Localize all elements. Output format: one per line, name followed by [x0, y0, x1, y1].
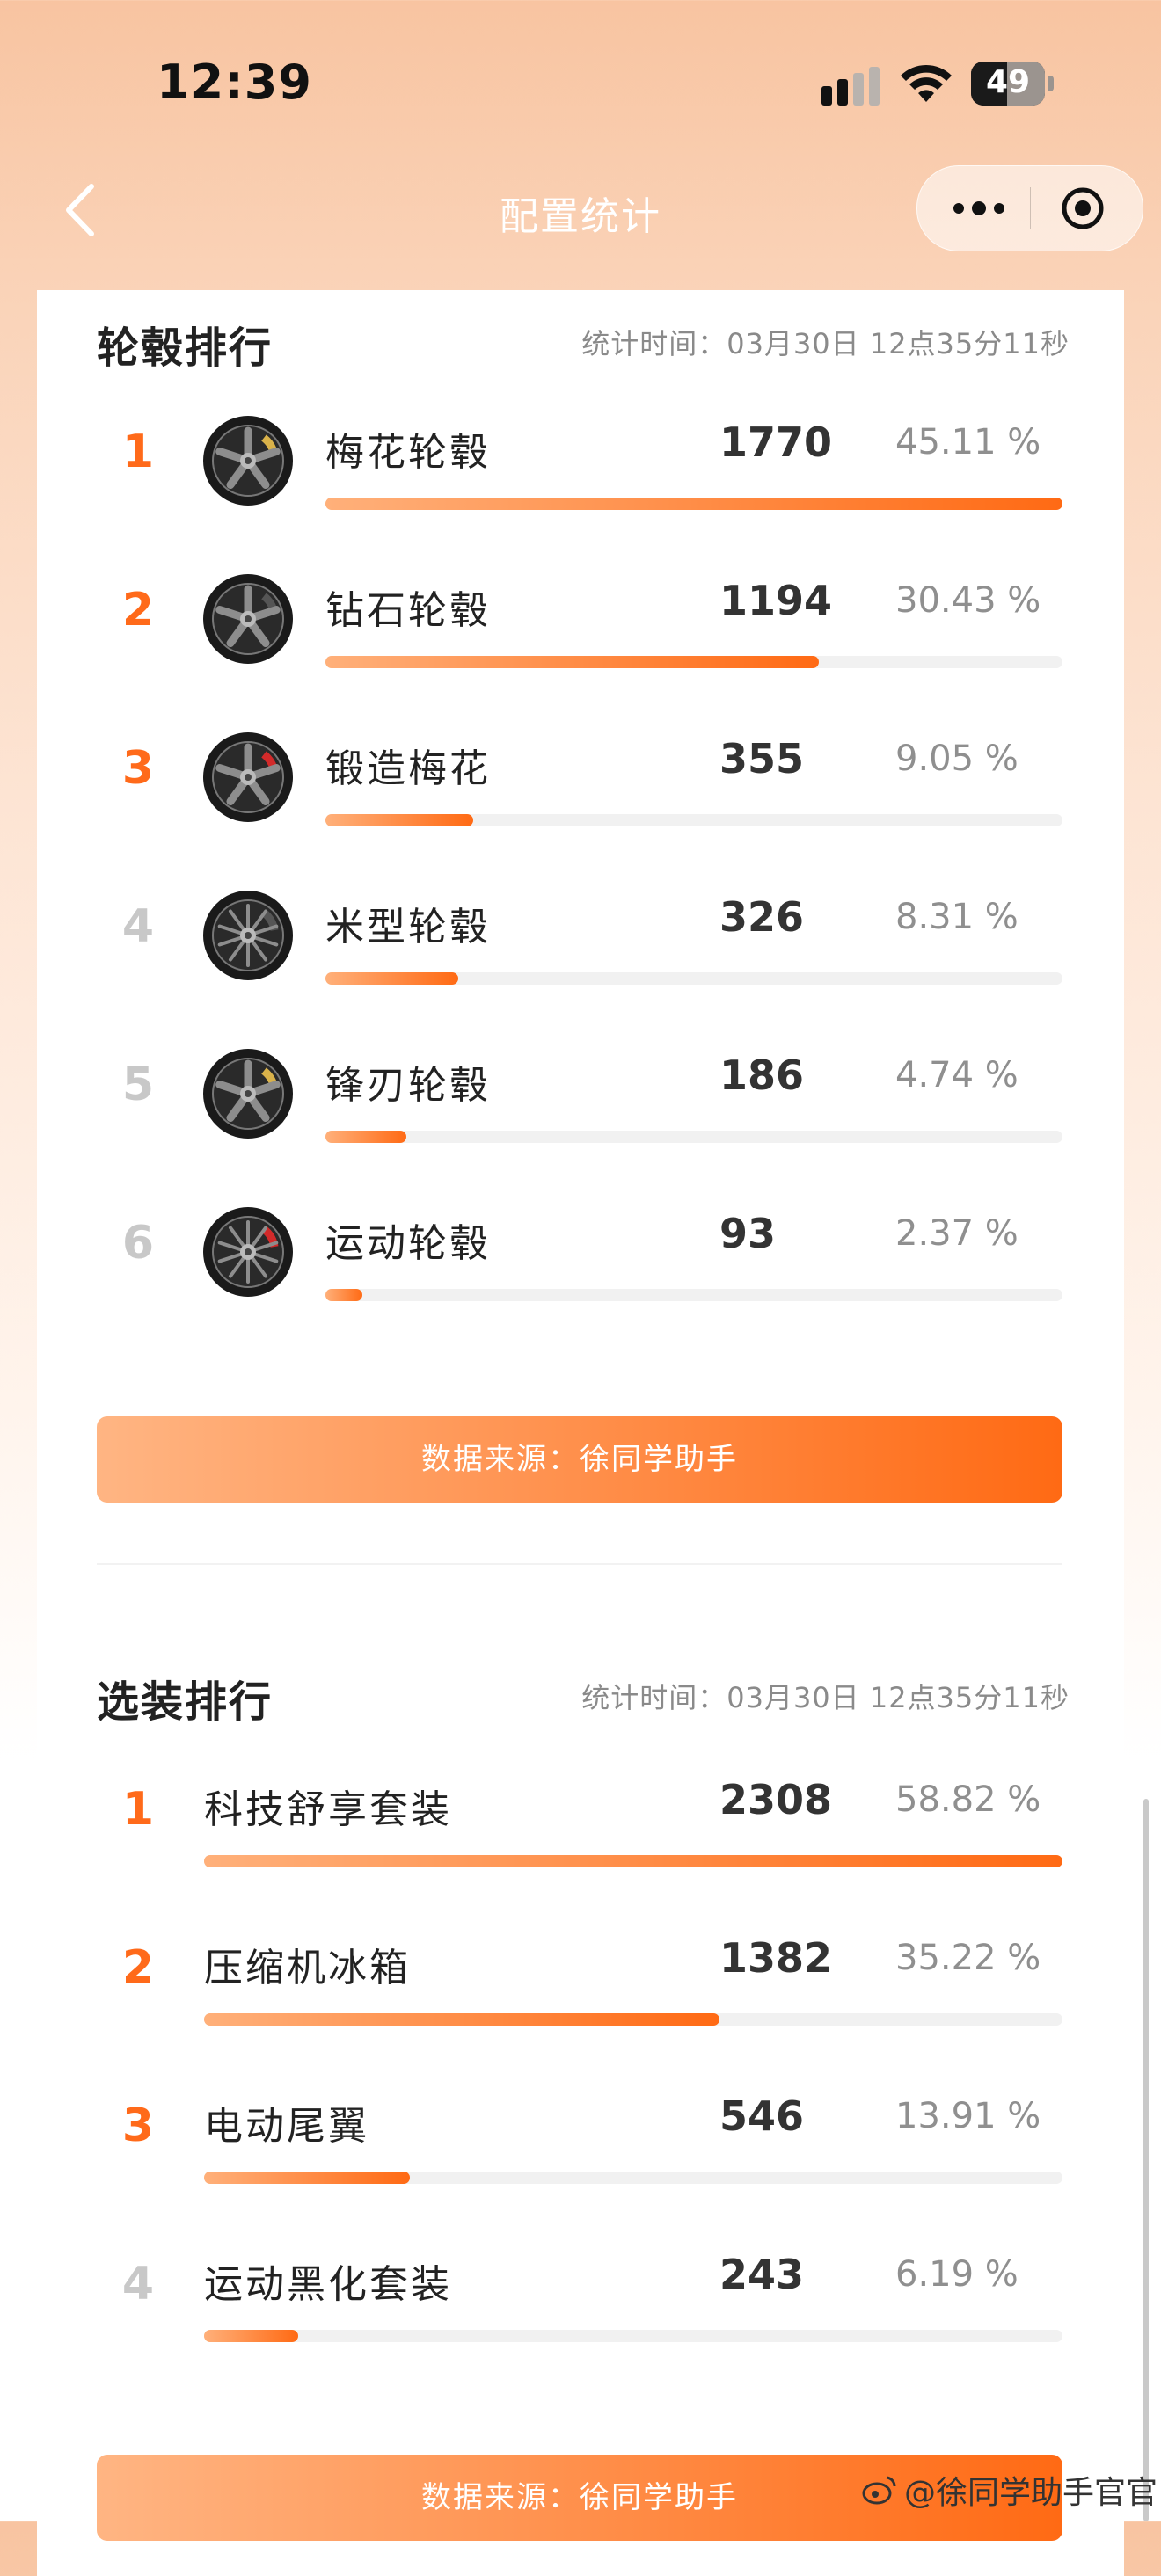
status-bar: 12:39 49: [0, 0, 1161, 167]
item-count: 1194: [719, 577, 833, 624]
rank-number: 5: [121, 1059, 155, 1111]
progress-track: [325, 1131, 1062, 1143]
wheels-section-title: 轮毂排行: [97, 324, 274, 373]
ranking-row: 6 运动轮毂 93 2.37 %: [37, 1185, 1124, 1343]
progress-fill: [204, 2172, 410, 2184]
progress-fill: [204, 2330, 298, 2342]
progress-track: [325, 972, 1062, 985]
wheels-data-source-button[interactable]: 数据来源：徐同学助手: [97, 1416, 1062, 1503]
watermark-text: @徐同学助手官官: [904, 2475, 1158, 2511]
progress-fill: [325, 972, 458, 985]
progress-fill: [325, 1131, 406, 1143]
item-name: 钻石轮毂: [325, 588, 491, 633]
item-percent: 30.43 %: [895, 580, 1041, 621]
status-time: 12:39: [157, 55, 312, 110]
rank-number: 1: [121, 1783, 155, 1836]
close-mini-program-icon[interactable]: [1060, 186, 1106, 231]
progress-track: [325, 814, 1062, 826]
progress-fill: [325, 498, 1062, 510]
ranking-row: 4 米型轮毂 326 8.31 %: [37, 869, 1124, 1027]
item-count: 186: [719, 1052, 805, 1099]
item-percent: 6.19 %: [895, 2254, 1019, 2295]
item-name: 运动轮毂: [325, 1221, 491, 1266]
ranking-row: 3 锻造梅花 355 9.05 %: [37, 710, 1124, 869]
ranking-row: 1 科技舒享套装 2308 58.82 %: [37, 1751, 1124, 1910]
scrollbar[interactable]: [1143, 1799, 1149, 2521]
rank-number: 3: [121, 2099, 155, 2152]
item-name: 运动黑化套装: [204, 2262, 452, 2307]
rank-number: 2: [121, 584, 155, 637]
item-count: 355: [719, 735, 805, 782]
battery-text: 49: [985, 64, 1031, 100]
item-percent: 58.82 %: [895, 1779, 1041, 1820]
item-name: 压缩机冰箱: [204, 1946, 411, 1990]
rank-number: 1: [121, 426, 155, 478]
options-section-title: 选装排行: [97, 1677, 274, 1727]
item-percent: 45.11 %: [895, 422, 1041, 462]
ranking-row: 2 压缩机冰箱 1382 35.22 %: [37, 1910, 1124, 2068]
ranking-row: 1 梅花轮毂 1770 45.11 %: [37, 394, 1124, 552]
stats-card: 轮毂排行 统计时间：03月30日 12点35分11秒 1 梅花轮毂 1770 45.1…: [37, 290, 1124, 2576]
item-name: 锋刃轮毂: [325, 1063, 491, 1108]
options-stat-time: 统计时间：03月30日 12点35分11秒: [581, 1681, 1070, 1714]
forged-wheel-icon: [202, 731, 294, 823]
item-count: 2308: [719, 1776, 833, 1823]
progress-fill: [204, 2013, 719, 2026]
diamond-wheel-icon: [202, 573, 294, 665]
rank-number: 4: [121, 900, 155, 953]
rank-number: 3: [121, 742, 155, 795]
item-percent: 9.05 %: [895, 739, 1019, 779]
item-percent: 2.37 %: [895, 1213, 1019, 1254]
item-count: 93: [719, 1210, 777, 1257]
blade-wheel-icon: [202, 1048, 294, 1139]
item-count: 243: [719, 2251, 805, 2298]
progress-fill: [325, 1289, 362, 1301]
progress-fill: [204, 1855, 1062, 1867]
item-count: 1770: [719, 418, 833, 466]
item-count: 326: [719, 893, 805, 941]
mini-program-capsule: [916, 165, 1143, 251]
ranking-row: 2 钻石轮毂 1194 30.43 %: [37, 552, 1124, 710]
weibo-watermark: @徐同学助手官官: [862, 2467, 1157, 2513]
ranking-row: 4 运动黑化套装 243 6.19 %: [37, 2226, 1124, 2384]
progress-track: [325, 498, 1062, 510]
item-name: 科技舒享套装: [204, 1787, 452, 1832]
item-percent: 35.22 %: [895, 1938, 1041, 1978]
progress-track: [204, 1855, 1062, 1867]
progress-track: [325, 1289, 1062, 1301]
item-percent: 4.74 %: [895, 1055, 1019, 1095]
ranking-row: 3 电动尾翼 546 13.91 %: [37, 2068, 1124, 2226]
progress-track: [325, 656, 1062, 668]
item-name: 米型轮毂: [325, 905, 491, 950]
item-percent: 13.91 %: [895, 2096, 1041, 2136]
rank-number: 4: [121, 2258, 155, 2310]
weibo-icon: [862, 2476, 896, 2505]
nav-bar: 配置统计: [0, 158, 1161, 264]
more-menu-icon[interactable]: [944, 166, 1014, 251]
progress-track: [204, 2013, 1062, 2026]
wheels-stat-time: 统计时间：03月30日 12点35分11秒: [581, 327, 1070, 360]
item-count: 546: [719, 2092, 805, 2140]
ranking-row: 5 锋刃轮毂 186 4.74 %: [37, 1027, 1124, 1185]
progress-fill: [325, 814, 473, 826]
battery-icon: 49: [971, 62, 1054, 106]
sport-wheel-icon: [202, 1206, 294, 1298]
progress-track: [204, 2172, 1062, 2184]
progress-fill: [325, 656, 819, 668]
cellular-signal-icon: [821, 67, 880, 106]
progress-track: [204, 2330, 1062, 2342]
section-divider: [97, 1563, 1062, 1565]
rank-number: 6: [121, 1217, 155, 1270]
item-name: 锻造梅花: [325, 746, 491, 791]
item-count: 1382: [719, 1934, 833, 1982]
item-name: 电动尾翼: [204, 2104, 369, 2149]
mesh-wheel-icon: [202, 890, 294, 981]
rank-number: 2: [121, 1941, 155, 1994]
item-percent: 8.31 %: [895, 897, 1019, 937]
wifi-icon: [901, 64, 952, 102]
five-spoke-wheel-icon: [202, 415, 294, 506]
item-name: 梅花轮毂: [325, 430, 491, 475]
